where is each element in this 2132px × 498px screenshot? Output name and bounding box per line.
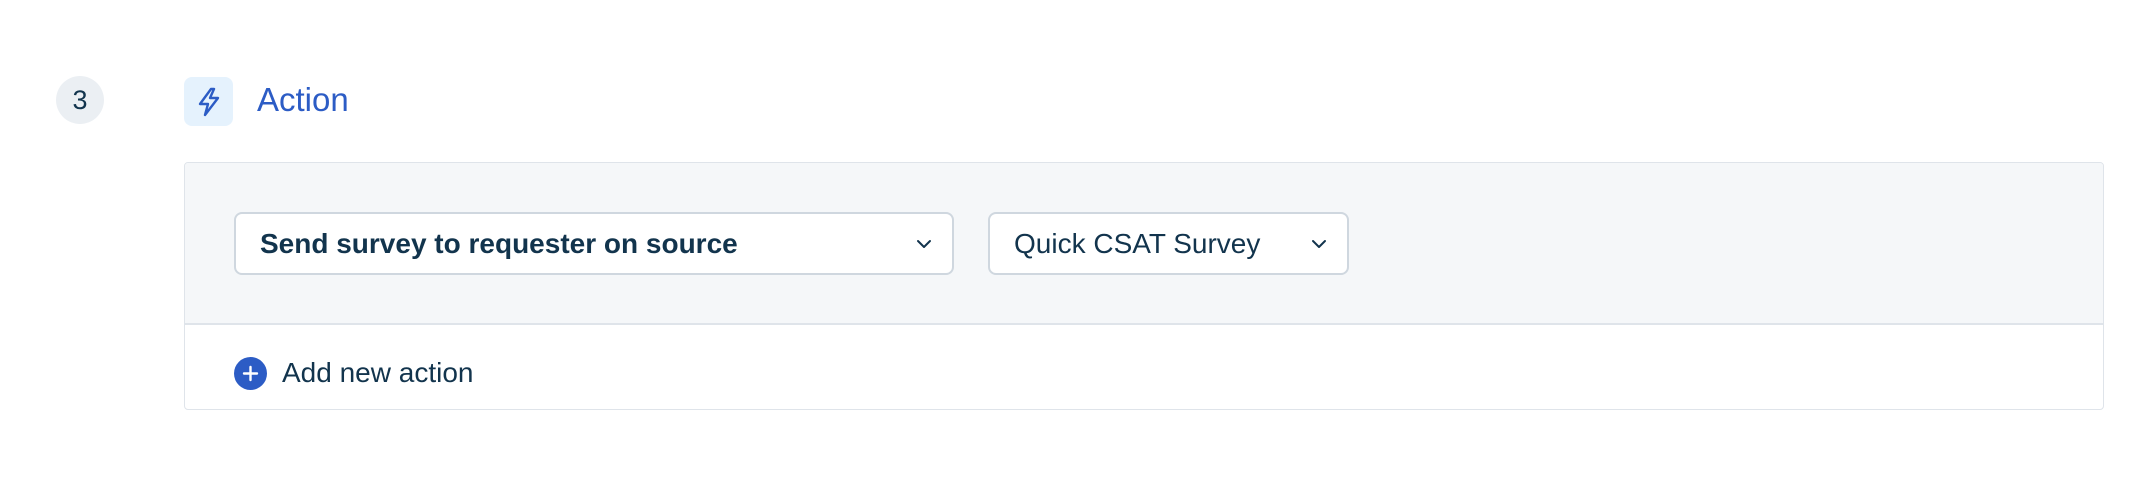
chevron-down-icon [1309, 234, 1329, 254]
plus-circle-icon [234, 356, 267, 390]
lightning-bolt-icon [184, 77, 233, 126]
action-type-value: Send survey to requester on source [260, 227, 738, 259]
add-new-action-label: Add new action [282, 357, 474, 388]
action-type-select[interactable]: Send survey to requester on source [234, 212, 954, 275]
automation-step-action: 3 Action Send survey to requester on sou… [0, 0, 2132, 498]
survey-value: Quick CSAT Survey [1014, 227, 1261, 259]
step-number-badge: 3 [56, 76, 104, 124]
action-card: Send survey to requester on source Quick… [184, 162, 2104, 410]
action-row: Send survey to requester on source Quick… [185, 163, 2103, 325]
chevron-down-icon [914, 234, 934, 254]
step-title: Action [257, 81, 349, 118]
add-new-action-button[interactable]: Add new action [234, 355, 473, 391]
survey-select[interactable]: Quick CSAT Survey [988, 212, 1349, 275]
step-number: 3 [72, 84, 88, 115]
